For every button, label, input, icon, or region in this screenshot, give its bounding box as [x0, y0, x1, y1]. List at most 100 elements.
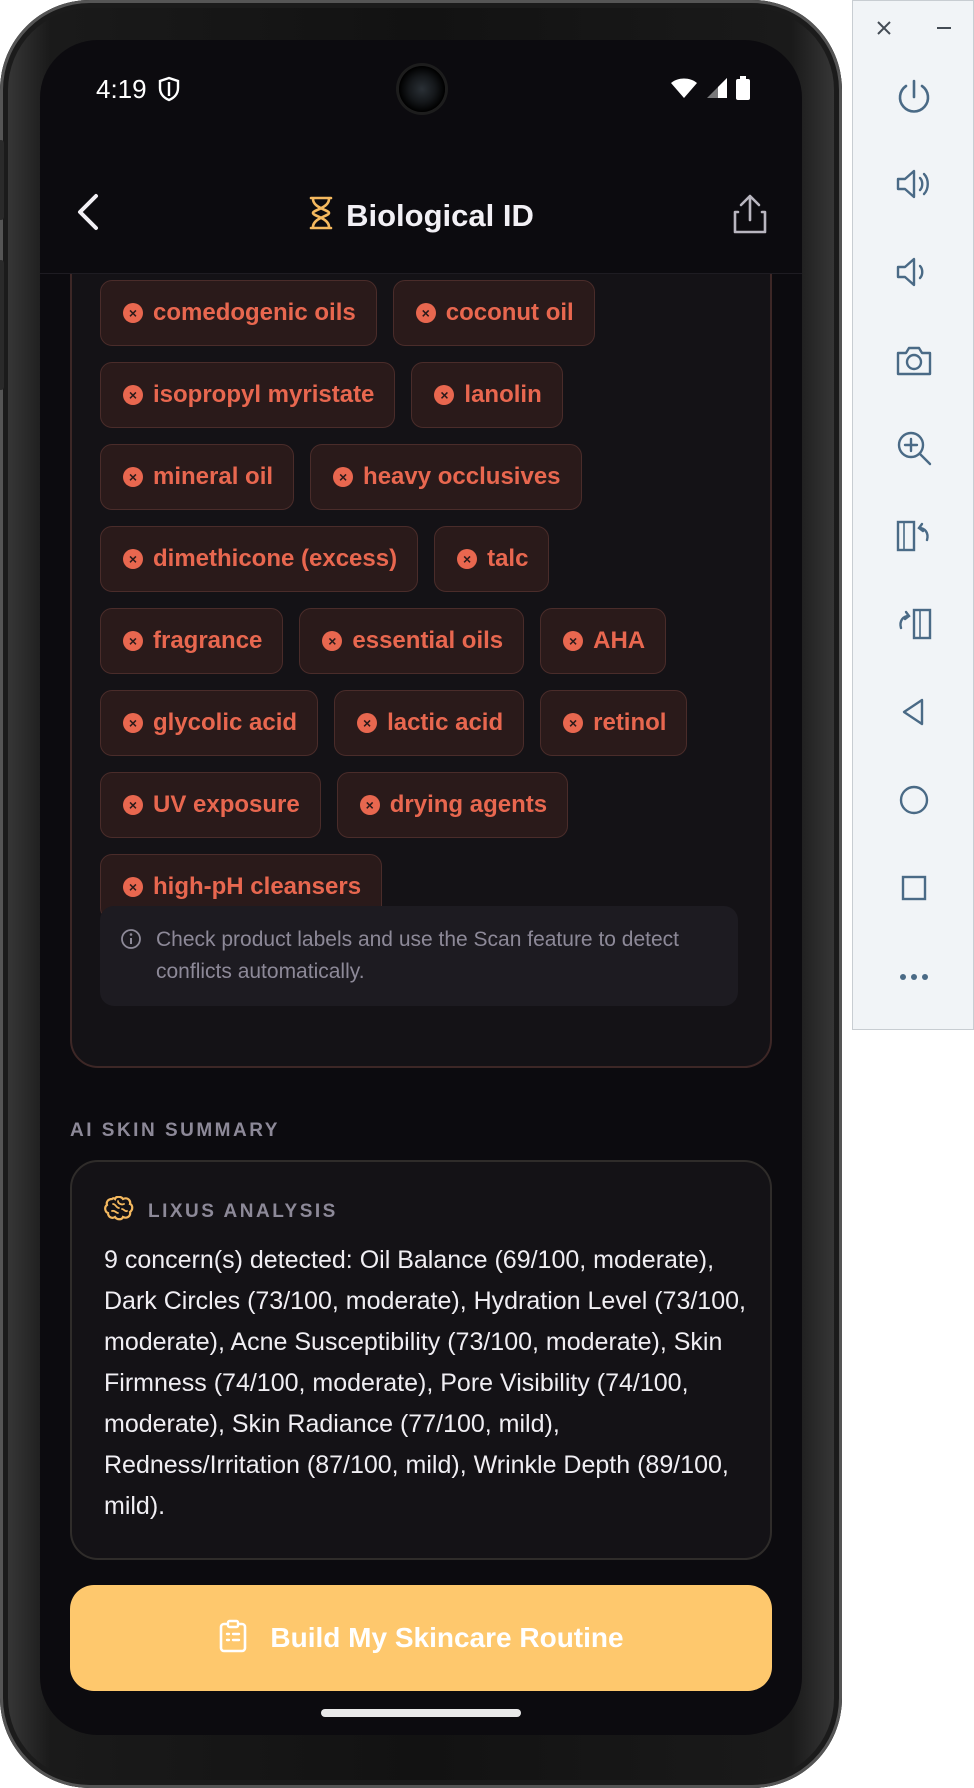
chip-label: drying agents: [389, 791, 548, 818]
avoid-ingredient-chip[interactable]: × comedogenic oils: [100, 280, 377, 346]
chip-label: glycolic acid: [153, 709, 298, 736]
avoid-ingredient-chip[interactable]: × talc: [434, 526, 550, 592]
build-routine-button[interactable]: Build My Skincare Routine: [70, 1585, 772, 1691]
rotate-right-button[interactable]: [888, 598, 940, 650]
page-title: Biological ID: [346, 197, 534, 233]
home-nav-button[interactable]: [888, 774, 940, 826]
chip-label: talc: [487, 545, 529, 572]
avoid-ingredient-chip[interactable]: × AHA: [540, 608, 667, 674]
chip-label: fragrance: [153, 627, 263, 654]
x-circle-icon: ×: [457, 549, 478, 569]
more-button[interactable]: [888, 951, 940, 1003]
home-icon: [899, 785, 929, 815]
x-circle-icon: ×: [563, 713, 584, 733]
avoid-ingredient-chip[interactable]: × heavy occlusives: [310, 444, 582, 510]
x-circle-icon: ×: [359, 795, 380, 815]
share-button[interactable]: [730, 192, 770, 236]
chip-label: lanolin: [464, 381, 542, 408]
chip-label: UV exposure: [153, 791, 300, 818]
avoid-ingredient-chip[interactable]: × isopropyl myristate: [100, 362, 396, 428]
volume-down-button[interactable]: [888, 246, 940, 298]
status-bar: 4:19: [40, 40, 802, 140]
x-circle-icon: ×: [123, 467, 143, 487]
camera-icon: [896, 346, 932, 376]
section-label-ai-summary: AI SKIN SUMMARY: [70, 1120, 280, 1141]
chip-row: × mineral oil × heavy occlusives: [100, 444, 750, 510]
avoid-ingredient-chip[interactable]: × fragrance: [100, 608, 284, 674]
chip-label: heavy occlusives: [363, 463, 561, 490]
x-circle-icon: ×: [123, 877, 143, 897]
status-time: 4:19: [96, 74, 147, 104]
volume-up-icon: [896, 169, 929, 199]
signal-icon: [706, 77, 728, 104]
avoid-ingredient-chip[interactable]: × glycolic acid: [100, 690, 319, 756]
zoom-button[interactable]: [888, 422, 940, 474]
avoid-ingredient-chip[interactable]: × dimethicone (excess): [100, 526, 419, 592]
brain-icon: [104, 1195, 134, 1227]
avoid-ingredient-chip[interactable]: × essential oils: [299, 608, 525, 674]
chip-row: × comedogenic oils × coconut oil: [100, 280, 750, 346]
volume-up-button[interactable]: [888, 158, 940, 210]
x-circle-icon: ×: [357, 713, 378, 733]
battery-icon: [736, 76, 750, 105]
system-icons: [670, 76, 750, 105]
more-icon: [900, 974, 928, 980]
build-routine-label: Build My Skincare Routine: [270, 1622, 624, 1653]
rotate-left-button[interactable]: [888, 510, 940, 562]
app-header: Biological ID: [40, 140, 802, 274]
volume-down-icon: [896, 257, 924, 287]
zoom-icon: [897, 431, 932, 466]
info-icon: [120, 928, 142, 960]
scroll-content[interactable]: × comedogenic oils × coconut oil × isopropyl …: [40, 274, 802, 1735]
info-note-text: Check product labels and use the Scan fe…: [156, 928, 680, 983]
chip-label: isopropyl myristate: [153, 381, 375, 408]
avoid-ingredient-chip[interactable]: × drying agents: [336, 772, 569, 838]
x-circle-icon: ×: [123, 795, 143, 815]
x-circle-icon: ×: [123, 631, 143, 651]
avoid-ingredient-chip[interactable]: × lanolin: [411, 362, 563, 428]
avoid-ingredient-chip[interactable]: × UV exposure: [100, 772, 321, 838]
ingredients-to-avoid-card: × comedogenic oils × coconut oil × isopropyl …: [70, 274, 772, 1068]
chip-label: retinol: [593, 709, 667, 736]
avoid-ingredient-chip[interactable]: × lactic acid: [334, 690, 525, 756]
x-circle-icon: ×: [123, 303, 143, 323]
screenshot-button[interactable]: [888, 335, 940, 387]
minimize-icon[interactable]: [935, 19, 953, 42]
chip-row: × glycolic acid × lactic acid × retinol: [100, 690, 750, 756]
clipboard-icon: [218, 1619, 248, 1658]
back-nav-button[interactable]: [888, 686, 940, 738]
gesture-home-bar[interactable]: [321, 1709, 521, 1717]
overview-nav-button[interactable]: [888, 862, 940, 914]
summary-card-header: LIXUS ANALYSIS: [104, 1195, 338, 1227]
chip-label: lactic acid: [387, 709, 504, 736]
info-note: Check product labels and use the Scan fe…: [100, 906, 738, 1006]
chip-label: AHA: [593, 627, 646, 654]
wifi-icon: [670, 77, 698, 104]
back-icon: [902, 698, 924, 726]
chip-label: mineral oil: [153, 463, 274, 490]
rotate-left-icon: [896, 520, 929, 552]
x-circle-icon: ×: [322, 631, 343, 651]
x-circle-icon: ×: [123, 713, 143, 733]
shield-icon: [158, 76, 180, 107]
power-button[interactable]: [888, 71, 940, 123]
x-circle-icon: ×: [415, 303, 436, 323]
front-camera: [399, 66, 445, 112]
close-icon[interactable]: [875, 19, 893, 42]
x-circle-icon: ×: [123, 549, 143, 569]
x-circle-icon: ×: [333, 467, 354, 487]
chip-label: high-pH cleansers: [153, 873, 362, 900]
overview-icon: [901, 875, 927, 901]
power-icon: [898, 79, 930, 113]
avoid-chip-list: × comedogenic oils × coconut oil × isopropyl …: [100, 280, 750, 936]
phone-frame: 4:19 Biological ID × comedogenic oils × …: [0, 0, 842, 1788]
chip-label: essential oils: [352, 627, 504, 654]
avoid-ingredient-chip[interactable]: × coconut oil: [392, 280, 595, 346]
summary-card-label: LIXUS ANALYSIS: [148, 1200, 338, 1222]
page-title-wrap: Biological ID: [40, 196, 802, 235]
x-circle-icon: ×: [434, 385, 455, 405]
avoid-ingredient-chip[interactable]: × retinol: [540, 690, 688, 756]
share-icon: [733, 194, 767, 234]
chip-row: × fragrance × essential oils × AHA: [100, 608, 750, 674]
avoid-ingredient-chip[interactable]: × mineral oil: [100, 444, 295, 510]
